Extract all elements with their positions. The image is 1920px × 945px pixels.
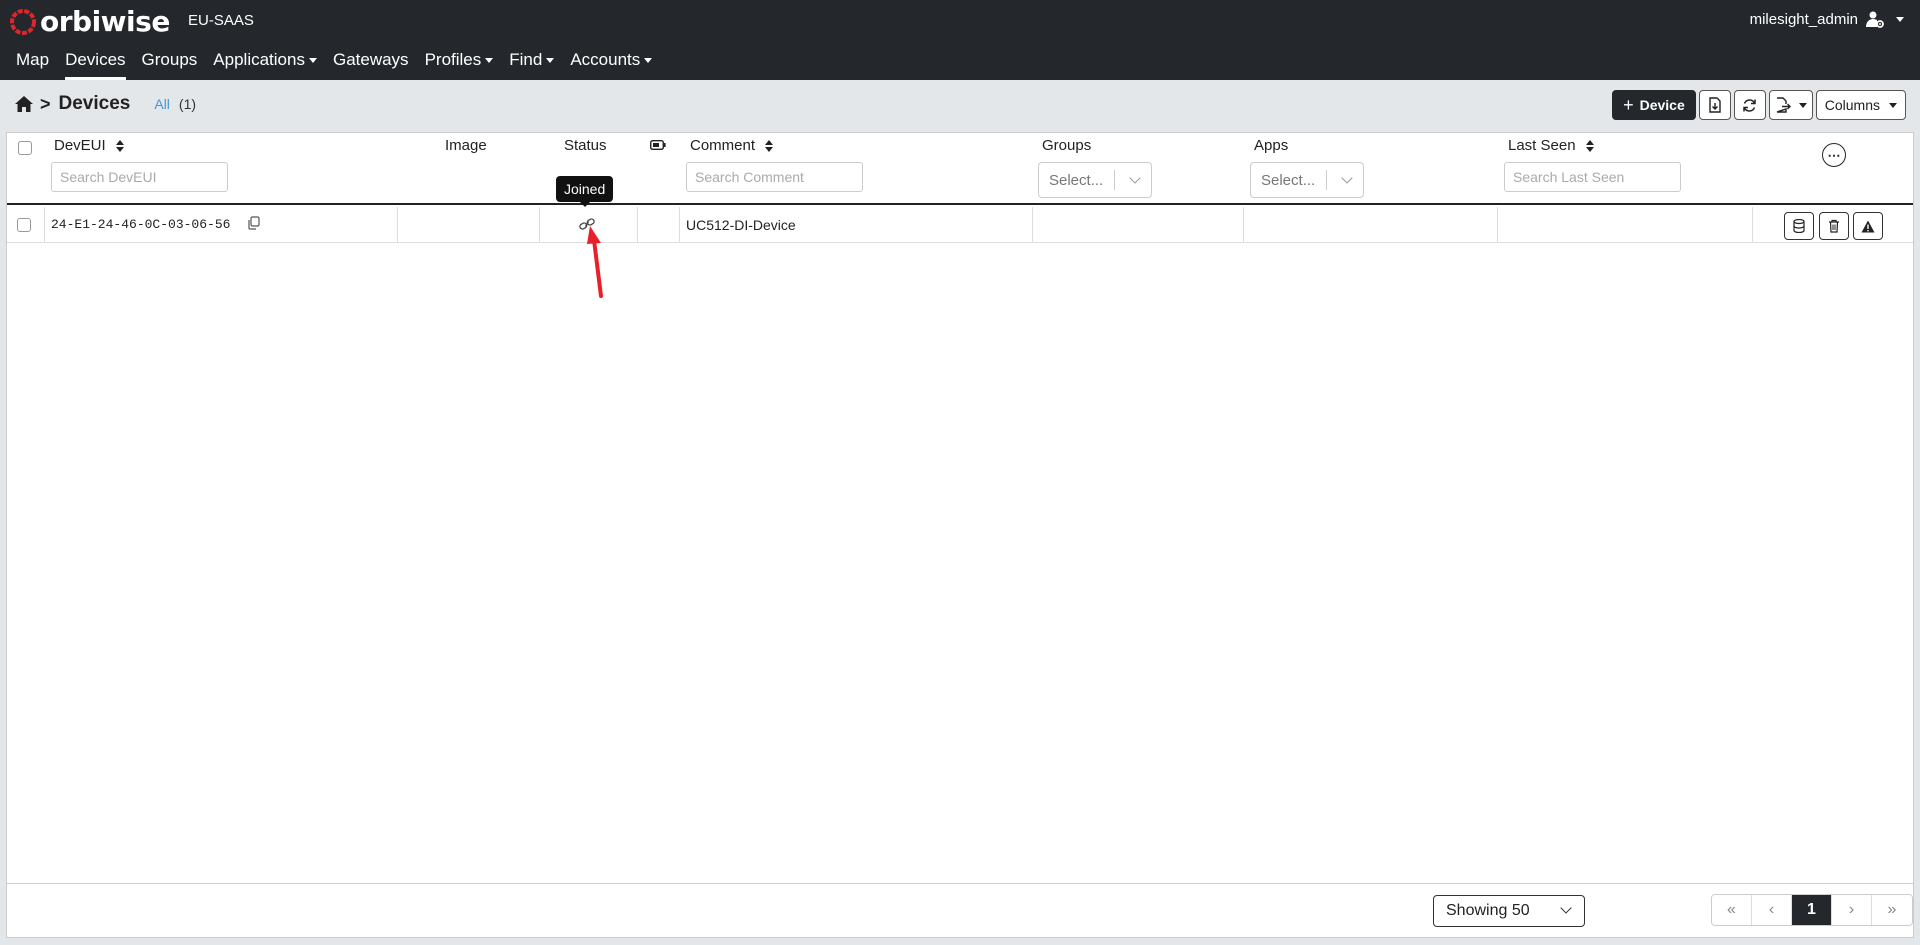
sort-icon [765,139,774,152]
comment-cell: UC512-DI-Device [686,217,796,233]
column-divider [44,207,45,243]
groups-select[interactable]: Select... [1038,162,1152,198]
search-comment-input[interactable] [686,162,863,192]
page-title: Devices [58,93,131,114]
copy-icon[interactable] [247,216,260,230]
database-button[interactable] [1784,212,1814,240]
nav-groups[interactable]: Groups [134,46,206,80]
trash-icon [1829,219,1839,233]
double-chevron-right-icon: » [1887,901,1897,918]
toolbar: + Device Columns [1612,90,1906,120]
column-header-deveui[interactable]: DevEUI [54,137,124,154]
nav-gateways[interactable]: Gateways [325,46,417,80]
refresh-icon [1743,98,1756,112]
table-header: DevEUI Image Status Comment Groups Selec… [7,133,1913,205]
chevron-down-icon [485,58,494,64]
nav-map[interactable]: Map [8,46,57,80]
export-button[interactable] [1768,90,1813,120]
first-page-button[interactable]: « [1712,895,1752,925]
battery-icon [650,140,666,150]
add-device-button[interactable]: + Device [1612,90,1696,120]
filter-count: (1) [178,96,197,112]
file-import-icon [1709,97,1721,113]
database-icon [1793,219,1805,233]
column-divider [397,207,398,243]
brand-name: orbiwise [40,4,170,38]
pagination: « ‹ 1 › » [1711,894,1913,926]
chevron-down-icon [644,58,653,64]
column-divider [1032,207,1033,243]
file-export-icon [1776,97,1791,113]
brand-logo[interactable]: orbiwise [8,4,170,38]
nav-profiles[interactable]: Profiles [417,46,502,80]
alert-button[interactable] [1853,212,1883,240]
column-header-groups: Groups [1042,137,1092,154]
nav-find[interactable]: Find [501,46,562,80]
chevron-left-icon: ‹ [1768,901,1775,918]
column-header-comment[interactable]: Comment [690,137,774,154]
orbiwise-logo-icon [10,9,36,35]
top-bar: orbiwise EU-SAAS milesight_admin Map Dev… [0,0,1920,80]
chevron-down-icon [546,58,555,64]
breadcrumb-separator: > [40,93,51,114]
import-button[interactable] [1698,90,1731,120]
apps-select[interactable]: Select... [1250,162,1364,198]
column-header-status: Status [564,137,607,154]
deveui-cell[interactable]: 24-E1-24-46-0C-03-06-56 [51,217,230,232]
breadcrumb: > Devices All (1) [14,93,196,115]
status-tooltip: Joined [556,176,614,207]
column-divider [679,207,680,243]
username: milesight_admin [1749,10,1858,28]
next-page-button[interactable]: › [1832,895,1872,925]
refresh-button[interactable] [1733,90,1766,120]
column-header-image: Image [445,137,487,154]
sort-icon [115,139,124,152]
user-menu[interactable]: milesight_admin [1750,10,1904,28]
chevron-down-icon [1341,172,1353,184]
warning-icon [1861,220,1875,232]
column-header-last-seen[interactable]: Last Seen [1508,137,1594,154]
columns-button[interactable]: Columns [1815,90,1906,120]
last-page-button[interactable]: » [1872,895,1912,925]
page-button-current[interactable]: 1 [1792,895,1832,925]
column-divider [637,207,638,243]
page-size-select[interactable]: Showing 50 [1433,895,1585,927]
devices-table: DevEUI Image Status Comment Groups Selec… [6,132,1914,938]
chevron-down-icon [1560,902,1572,914]
column-divider [1497,207,1498,243]
double-chevron-left-icon: « [1727,901,1736,918]
sort-icon [1585,139,1594,152]
more-options-icon[interactable]: ⋯ [1822,143,1846,167]
home-icon[interactable] [14,95,34,113]
column-header-apps: Apps [1254,137,1289,154]
row-checkbox[interactable] [17,218,31,232]
tenant-label: EU-SAAS [188,12,254,29]
main-nav: Map Devices Groups Applications Gateways… [8,46,660,80]
filter-all-link[interactable]: All [154,96,170,112]
select-divider [1326,170,1327,190]
nav-accounts[interactable]: Accounts [562,46,660,80]
annotation-arrow-icon [587,226,603,298]
table-row[interactable]: 24-E1-24-46-0C-03-06-56 UC512-DI-Device [7,207,1913,243]
search-last-seen-input[interactable] [1504,162,1681,192]
chevron-down-icon [1896,16,1904,22]
user-settings-icon [1866,11,1884,28]
chevron-down-icon [1129,172,1141,184]
delete-button[interactable] [1819,212,1849,240]
nav-applications[interactable]: Applications [205,46,325,80]
plus-icon: + [1623,94,1634,115]
nav-devices[interactable]: Devices [57,46,133,80]
select-all-checkbox[interactable] [18,141,32,155]
chevron-right-icon: › [1848,901,1855,918]
footer-divider [7,883,1913,884]
chevron-down-icon [308,58,317,64]
chevron-down-icon [1889,102,1897,108]
column-divider [539,207,540,243]
column-divider [1752,207,1753,243]
search-deveui-input[interactable] [51,162,228,192]
select-divider [1114,170,1115,190]
prev-page-button[interactable]: ‹ [1752,895,1792,925]
chevron-down-icon [1798,102,1807,108]
column-divider [1243,207,1244,243]
